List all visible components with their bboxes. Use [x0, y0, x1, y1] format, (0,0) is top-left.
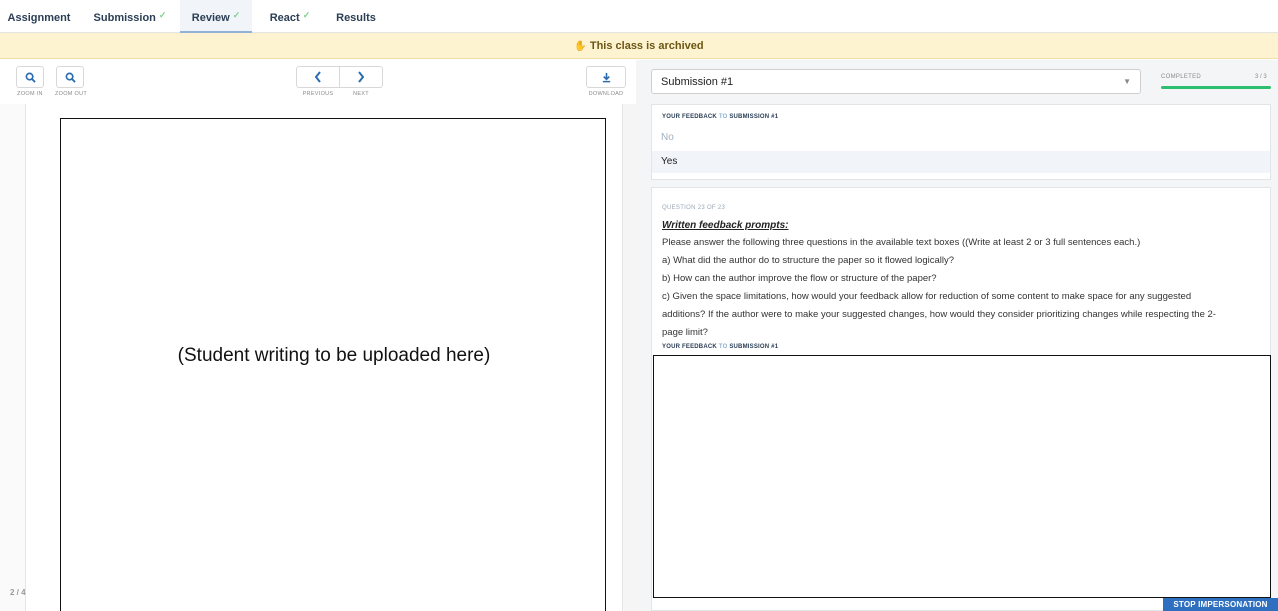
check-icon: ✓ — [302, 10, 311, 20]
chevron-left-icon — [314, 71, 321, 83]
feedback-label-b: SUBMISSION #1 — [729, 114, 779, 120]
feedback-label: YOUR FEEDBACK TO SUBMISSION #1 — [662, 344, 778, 350]
viewer-toolbar: ZOOM IN ZOOM OUT PREVIOUS NEXT DOWNLOAD — [0, 60, 636, 104]
submission-select-value: Submission #1 — [661, 76, 734, 88]
submission-select[interactable]: Submission #1 ▼ — [651, 69, 1141, 94]
question-line: Please answer the following three questi… — [662, 237, 1141, 248]
upload-placeholder: (Student writing to be uploaded here) — [177, 345, 491, 366]
download-button[interactable] — [586, 66, 626, 88]
question-number: QUESTION 23 OF 23 — [662, 205, 726, 211]
question-line: b) How can the author improve the flow o… — [662, 273, 937, 284]
question-line: a) What did the author do to structure t… — [662, 255, 955, 266]
zoom-in-label: ZOOM IN — [17, 91, 43, 97]
zoom-in-icon — [25, 72, 36, 83]
download-label: DOWNLOAD — [588, 91, 624, 97]
check-icon: ✓ — [158, 10, 167, 20]
zoom-out-label: ZOOM OUT — [54, 91, 88, 97]
panel-divider[interactable] — [622, 104, 636, 611]
progress-fill — [1161, 86, 1271, 89]
question-line: additions? If the author were to make yo… — [662, 309, 1216, 320]
chevron-right-icon — [358, 71, 365, 83]
banner-text: This class is archived — [589, 40, 704, 52]
tab-label: Results — [336, 12, 376, 24]
viewer-gutter — [0, 104, 26, 611]
previous-button[interactable] — [296, 66, 340, 88]
feedback-label-a: YOUR FEEDBACK — [662, 344, 717, 350]
question-title: Written feedback prompts: — [662, 220, 789, 231]
download-icon — [602, 72, 610, 82]
feedback-textarea[interactable] — [653, 355, 1271, 598]
option-no[interactable]: No — [652, 127, 1270, 149]
feedback-label-to: TO — [718, 114, 728, 120]
feedback-label-b: SUBMISSION #1 — [729, 344, 779, 350]
question-line: page limit? — [662, 327, 708, 338]
tab-label: Review — [191, 12, 230, 24]
progress-label: COMPLETED — [1161, 74, 1202, 80]
check-icon: ✓ — [232, 10, 241, 20]
next-label: NEXT — [353, 91, 369, 97]
caret-down-icon: ▼ — [1123, 77, 1131, 86]
feedback-card: YOUR FEEDBACK TO SUBMISSION #1 No Yes — [651, 104, 1271, 180]
question-line: c) Given the space limitations, how woul… — [662, 291, 1192, 302]
tab-assignment[interactable]: Assignment — [4, 0, 74, 33]
archived-banner: ✋ This class is archived — [0, 33, 1278, 59]
top-nav: Assignment Submission ✓ Review ✓ React ✓ Re… — [0, 0, 1278, 33]
tab-results[interactable]: Results — [328, 0, 384, 33]
option-yes[interactable]: Yes — [652, 151, 1270, 173]
zoom-in-button[interactable] — [16, 66, 44, 88]
document-page: (Student writing to be uploaded here) — [60, 118, 606, 611]
zoom-out-button[interactable] — [56, 66, 84, 88]
tab-label: Assignment — [7, 12, 71, 24]
tab-label: React — [269, 12, 300, 24]
feedback-label-a: YOUR FEEDBACK — [662, 114, 717, 120]
tab-label: Submission — [93, 12, 156, 24]
tab-react[interactable]: React ✓ — [260, 0, 320, 33]
stop-impersonation-button[interactable]: STOP IMPERSONATION — [1163, 598, 1278, 611]
progress-count: 3 / 3 — [1255, 74, 1267, 80]
progress-bar — [1161, 86, 1271, 89]
feedback-label-to: TO — [718, 344, 728, 350]
zoom-out-icon — [65, 72, 76, 83]
tab-submission[interactable]: Submission ✓ — [90, 0, 170, 33]
next-button[interactable] — [339, 66, 383, 88]
feedback-label: YOUR FEEDBACK TO SUBMISSION #1 — [662, 114, 778, 120]
tab-review[interactable]: Review ✓ — [180, 0, 252, 33]
hand-icon: ✋ — [574, 41, 587, 52]
previous-label: PREVIOUS — [302, 91, 334, 97]
page-count: 2 / 4 — [10, 588, 26, 597]
